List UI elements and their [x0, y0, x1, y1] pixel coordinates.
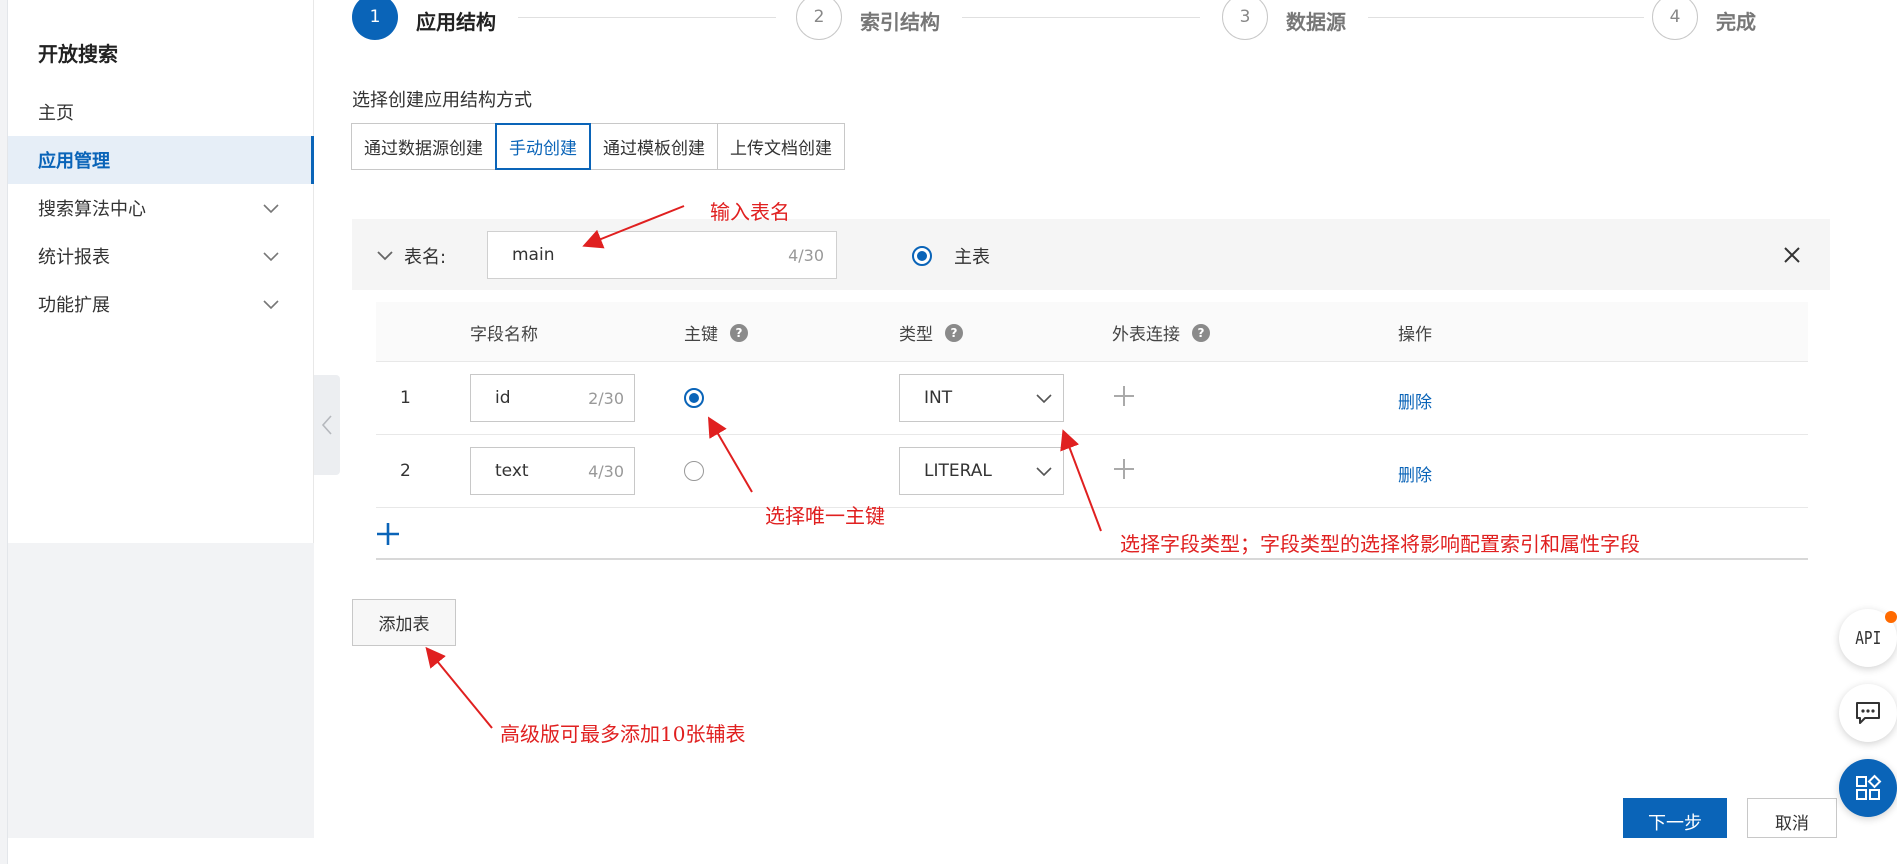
method-datasource-button[interactable]: 通过数据源创建 — [351, 123, 496, 170]
close-icon[interactable] — [1782, 245, 1802, 265]
step-3-circle: 3 — [1222, 0, 1268, 40]
chevron-down-icon — [1036, 394, 1052, 404]
chevron-down-icon — [263, 204, 279, 214]
create-method-title: 选择创建应用结构方式 — [352, 90, 532, 111]
sidebar-item-label: 主页 — [38, 103, 74, 124]
step-3-label: 数据源 — [1286, 10, 1346, 34]
chat-icon — [1856, 702, 1880, 724]
annotation-primary-key: 选择唯一主键 — [765, 504, 885, 528]
sidebar: 开放搜索 主页 应用管理 搜索算法中心 统计报表 功能扩展 — [8, 0, 314, 838]
create-method-group: 通过数据源创建 手动创建 通过模板创建 上传文档创建 — [351, 123, 845, 170]
arrow-add-table — [425, 646, 493, 729]
step-4-label: 完成 — [1716, 10, 1756, 34]
row-index: 1 — [400, 388, 411, 408]
delete-link[interactable]: 删除 — [1398, 461, 1432, 486]
sidebar-item-statistics[interactable]: 统计报表 — [8, 232, 314, 280]
field-type-select[interactable]: INT — [899, 374, 1064, 422]
step-connector — [1368, 17, 1644, 18]
table-row: 2 text 4/30 LITERAL 删除 — [376, 435, 1808, 508]
sidebar-item-label: 应用管理 — [38, 151, 110, 172]
sidebar-item-label: 搜索算法中心 — [38, 199, 146, 220]
field-name-input[interactable]: text 4/30 — [470, 447, 635, 495]
step-2-circle: 2 — [796, 0, 842, 40]
chevron-down-icon — [263, 252, 279, 262]
col-foreign-join: 外表连接? — [1112, 320, 1210, 345]
char-counter: 4/30 — [788, 245, 824, 265]
sidebar-item-app-management[interactable]: 应用管理 — [8, 136, 314, 184]
table-name-value: main — [512, 245, 555, 265]
cancel-button[interactable]: 取消 — [1747, 798, 1837, 838]
plus-icon[interactable] — [1112, 457, 1136, 481]
primary-table-label: 主表 — [954, 247, 990, 268]
col-type: 类型? — [899, 320, 963, 345]
field-name-input[interactable]: id 2/30 — [470, 374, 635, 422]
chevron-left-icon — [321, 415, 332, 435]
chevron-down-icon — [263, 300, 279, 310]
method-template-button[interactable]: 通过模板创建 — [590, 123, 718, 170]
plus-icon[interactable] — [1112, 384, 1136, 408]
annotation-add-table: 高级版可最多添加10张辅表 — [500, 722, 746, 746]
help-icon[interactable]: ? — [945, 323, 963, 342]
step-1-circle: 1 — [352, 0, 398, 40]
field-type-select[interactable]: LITERAL — [899, 447, 1064, 495]
step-connector — [518, 17, 776, 18]
field-type-value: LITERAL — [924, 461, 992, 481]
table-row: 1 id 2/30 INT 删除 — [376, 362, 1808, 435]
window-edge — [0, 0, 8, 864]
char-counter: 2/30 — [588, 388, 624, 408]
chat-float-button[interactable] — [1839, 684, 1897, 742]
apps-grid-icon — [1856, 774, 1882, 800]
field-type-value: INT — [924, 388, 953, 408]
add-table-button[interactable]: 添加表 — [352, 599, 456, 646]
annotation-table-name: 输入表名 — [710, 200, 790, 224]
sidebar-item-label: 功能扩展 — [38, 295, 110, 316]
field-name-value: text — [495, 461, 529, 481]
sidebar-menu: 开放搜索 主页 应用管理 搜索算法中心 统计报表 功能扩展 — [8, 0, 314, 543]
primary-table-radio[interactable] — [912, 246, 932, 266]
fields-table-header: 字段名称 主键? 类型? 外表连接? 操作 — [376, 302, 1808, 362]
help-icon[interactable]: ? — [730, 323, 748, 342]
table-panel-header: 表名: main 4/30 主表 — [352, 219, 1830, 290]
table-name-input[interactable]: main 4/30 — [487, 231, 837, 279]
help-icon[interactable]: ? — [1192, 323, 1210, 342]
col-action: 操作 — [1398, 325, 1432, 345]
step-connector — [962, 17, 1200, 18]
api-float-button[interactable]: API — [1839, 609, 1897, 667]
method-manual-button[interactable]: 手动创建 — [495, 123, 591, 170]
step-1-label: 应用结构 — [416, 10, 496, 34]
sidebar-collapse-toggle[interactable] — [314, 375, 340, 475]
char-counter: 4/30 — [588, 461, 624, 481]
next-step-button[interactable]: 下一步 — [1623, 798, 1727, 838]
step-2-label: 索引结构 — [860, 10, 940, 34]
primary-key-radio[interactable] — [684, 388, 704, 408]
col-primary-key: 主键? — [684, 320, 748, 345]
col-field-name: 字段名称 — [470, 325, 538, 345]
delete-link[interactable]: 删除 — [1398, 388, 1432, 413]
table-name-label: 表名: — [404, 247, 447, 268]
primary-key-radio[interactable] — [684, 461, 704, 481]
field-name-value: id — [495, 388, 511, 408]
sidebar-item-extensions[interactable]: 功能扩展 — [8, 280, 314, 328]
sidebar-item-home[interactable]: 主页 — [8, 88, 314, 136]
annotation-field-type: 选择字段类型；字段类型的选择将影响配置索引和属性字段 — [1120, 532, 1640, 556]
row-index: 2 — [400, 461, 411, 481]
chevron-down-icon[interactable] — [376, 246, 394, 264]
notification-dot — [1885, 611, 1897, 623]
step-4-circle: 4 — [1652, 0, 1698, 40]
api-label: API — [1854, 627, 1881, 649]
sidebar-item-label: 统计报表 — [38, 247, 110, 268]
sidebar-item-search-algorithm[interactable]: 搜索算法中心 — [8, 184, 314, 232]
method-upload-button[interactable]: 上传文档创建 — [717, 123, 845, 170]
apps-float-button[interactable] — [1839, 759, 1897, 817]
chevron-down-icon — [1036, 467, 1052, 477]
add-field-plus-icon[interactable] — [376, 522, 400, 546]
sidebar-title: 开放搜索 — [38, 42, 118, 66]
